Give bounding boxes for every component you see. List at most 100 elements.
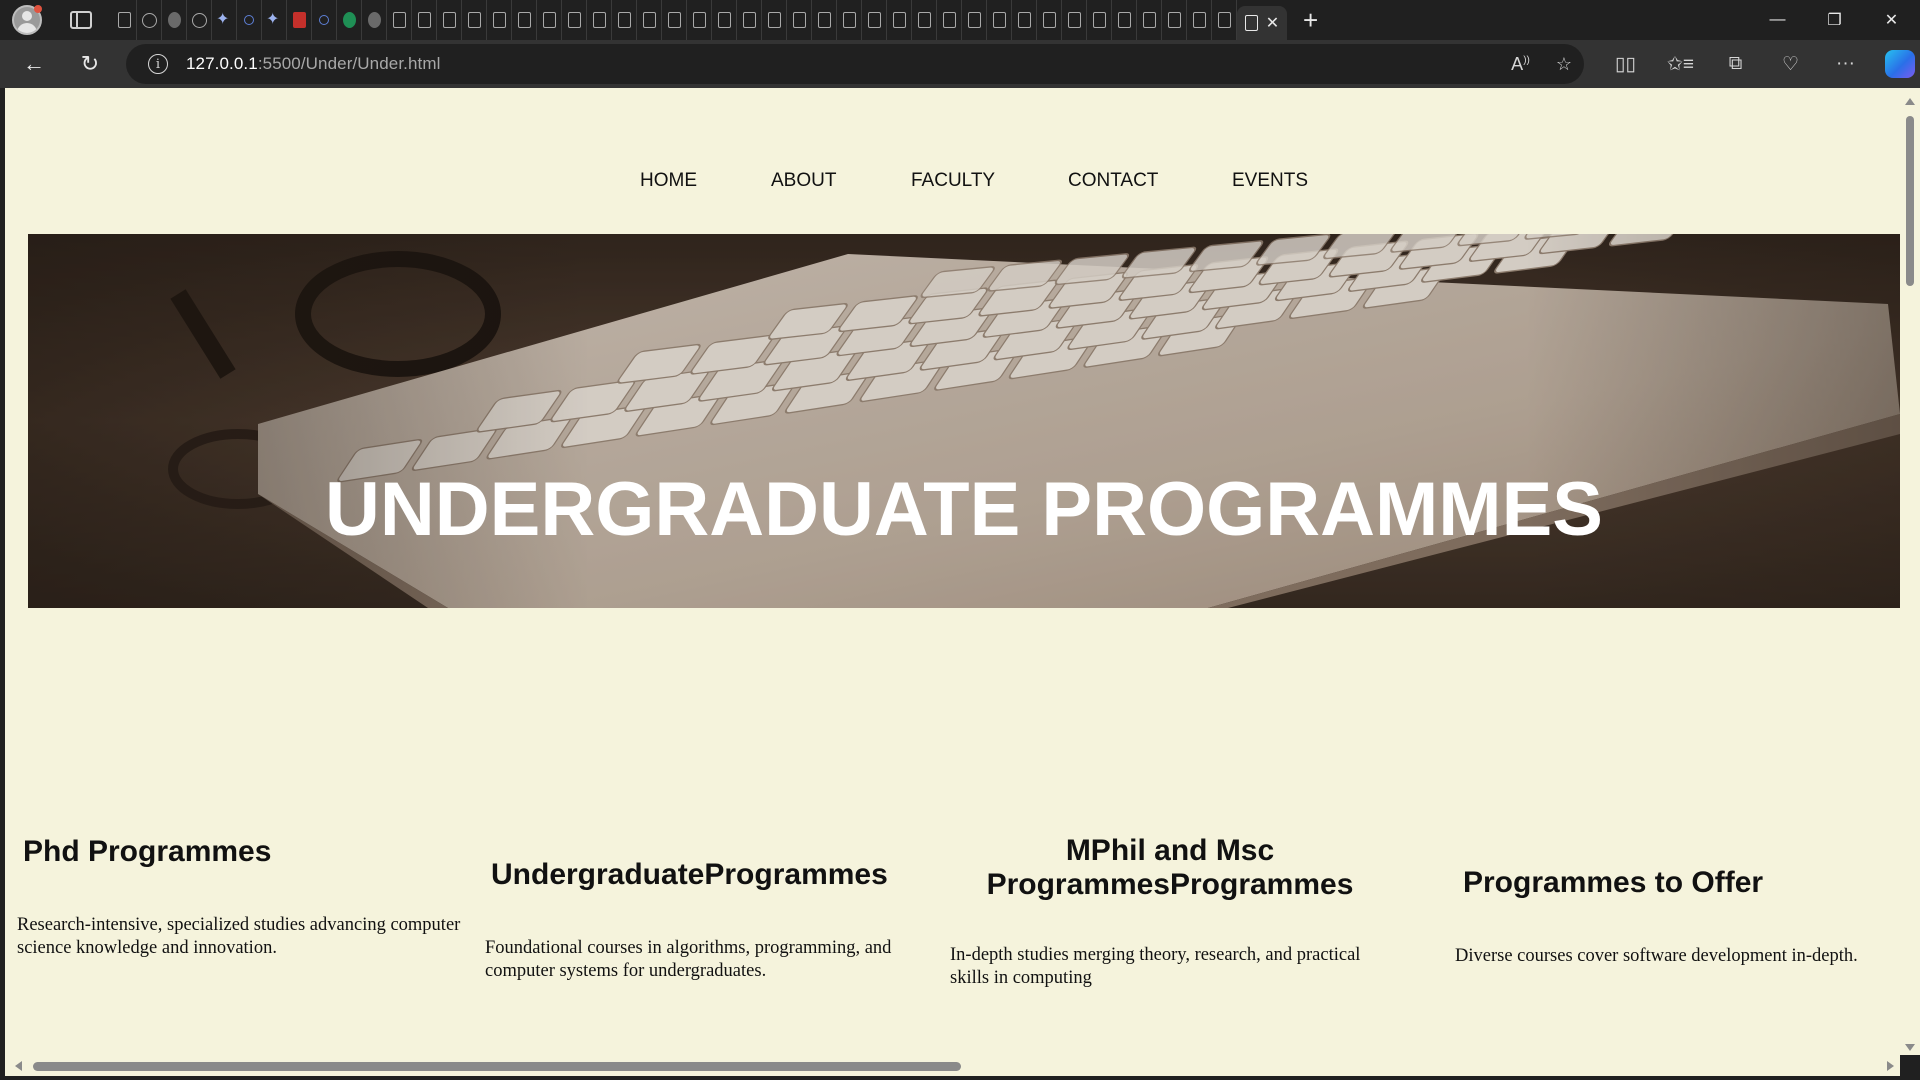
page-icon (517, 12, 531, 28)
window-bottom-edge (0, 1076, 1920, 1080)
browser-tab[interactable] (987, 0, 1012, 40)
browser-tab[interactable] (462, 0, 487, 40)
browser-tab[interactable] (787, 0, 812, 40)
browser-tab[interactable] (837, 0, 862, 40)
new-tab-button[interactable]: + (1303, 5, 1318, 36)
nav-home-link[interactable]: HOME (640, 170, 697, 192)
browser-tab[interactable] (1087, 0, 1112, 40)
nav-about-link[interactable]: ABOUT (771, 170, 836, 192)
browser-tab[interactable]: ✦ (212, 0, 237, 40)
browser-tab[interactable] (537, 0, 562, 40)
page-icon (842, 12, 856, 28)
browser-tab[interactable] (662, 0, 687, 40)
page-icon (917, 12, 931, 28)
collections-icon[interactable]: ⧉ (1708, 53, 1763, 75)
browser-tab[interactable] (1037, 0, 1062, 40)
vertical-scroll-thumb[interactable] (1906, 116, 1914, 286)
favorites-icon[interactable]: ✩≡ (1653, 53, 1708, 76)
close-window-button[interactable]: ✕ (1863, 0, 1920, 40)
browser-tab[interactable] (1062, 0, 1087, 40)
browser-tab[interactable] (1212, 0, 1237, 40)
browser-tab[interactable] (187, 0, 212, 40)
browser-tab[interactable] (1112, 0, 1137, 40)
github-icon (141, 12, 157, 28)
url-text[interactable]: 127.0.0.1:5500/Under/Under.html (186, 54, 441, 74)
browser-tab[interactable] (337, 0, 362, 40)
browser-tab[interactable] (387, 0, 412, 40)
scroll-right-arrow-icon[interactable] (1887, 1061, 1894, 1071)
browser-tab[interactable] (512, 0, 537, 40)
split-screen-icon[interactable]: ▯▯ (1598, 53, 1653, 76)
browser-tab[interactable] (362, 0, 387, 40)
page-icon (992, 12, 1006, 28)
more-menu-icon[interactable]: ··· (1818, 53, 1873, 75)
page-icon (1217, 12, 1231, 28)
browser-tab[interactable] (912, 0, 937, 40)
browser-tab[interactable] (562, 0, 587, 40)
scroll-up-arrow-icon[interactable] (1905, 98, 1915, 105)
browser-tab[interactable] (962, 0, 987, 40)
browser-tab[interactable] (687, 0, 712, 40)
horizontal-scroll-thumb[interactable] (33, 1062, 961, 1071)
browser-tab[interactable]: ✦ (262, 0, 287, 40)
scroll-down-arrow-icon[interactable] (1905, 1044, 1915, 1051)
browser-tab[interactable] (437, 0, 462, 40)
scroll-left-arrow-icon[interactable] (15, 1061, 22, 1071)
page-icon (892, 12, 906, 28)
browser-tab[interactable] (812, 0, 837, 40)
youtube-icon (292, 12, 306, 28)
vertical-scrollbar[interactable] (1900, 88, 1920, 1055)
nav-events-link[interactable]: EVENTS (1232, 170, 1308, 192)
restore-button[interactable]: ❐ (1806, 0, 1863, 40)
browser-tab[interactable] (1012, 0, 1037, 40)
page-icon (592, 12, 606, 28)
page-icon (1092, 12, 1106, 28)
grammarly-icon (342, 12, 356, 28)
browser-tab[interactable] (712, 0, 737, 40)
tab-actions-icon[interactable] (70, 11, 92, 29)
browser-tab[interactable] (612, 0, 637, 40)
tab-close-icon[interactable]: ✕ (1266, 13, 1279, 33)
browser-tab[interactable] (762, 0, 787, 40)
page-icon (642, 12, 656, 28)
card-title: Phd Programmes (23, 835, 272, 868)
browser-tab[interactable] (162, 0, 187, 40)
active-tab[interactable]: ✕ (1237, 6, 1287, 40)
browser-tab[interactable] (587, 0, 612, 40)
address-bar-icons: A)) ☆ (1511, 44, 1572, 84)
browser-tab[interactable] (412, 0, 437, 40)
window-controls: — ❐ ✕ (1749, 0, 1920, 40)
nav-faculty-link[interactable]: FACULTY (911, 170, 995, 192)
site-info-icon[interactable]: i (148, 54, 168, 74)
nav-contact-link[interactable]: CONTACT (1068, 170, 1158, 192)
browser-tab[interactable] (887, 0, 912, 40)
browser-tab[interactable] (637, 0, 662, 40)
card-title: Programmes to Offer (1463, 866, 1764, 899)
browser-tab[interactable] (1162, 0, 1187, 40)
browser-tab[interactable] (487, 0, 512, 40)
refresh-icon[interactable]: ↻ (70, 44, 110, 84)
page-icon (742, 12, 756, 28)
page-icon (442, 12, 456, 28)
browser-tab[interactable] (862, 0, 887, 40)
browser-essentials-icon[interactable]: ♡ (1763, 53, 1818, 76)
browser-tab[interactable] (1187, 0, 1212, 40)
browser-tab[interactable] (1137, 0, 1162, 40)
browser-tab[interactable] (237, 0, 262, 40)
back-arrow-icon[interactable]: ← (14, 44, 54, 84)
browser-tab[interactable] (937, 0, 962, 40)
browser-tab[interactable] (112, 0, 137, 40)
browser-tab[interactable] (312, 0, 337, 40)
page-icon (117, 12, 131, 28)
sparkle-icon: ✦ (216, 11, 230, 28)
favorite-star-icon[interactable]: ☆ (1556, 54, 1572, 75)
browser-tab[interactable] (287, 0, 312, 40)
copilot-icon[interactable] (1885, 50, 1915, 78)
horizontal-scrollbar[interactable] (5, 1055, 1900, 1076)
page-icon (817, 12, 831, 28)
browser-tab[interactable] (737, 0, 762, 40)
read-aloud-icon[interactable]: A)) (1511, 54, 1530, 75)
address-bar[interactable]: i 127.0.0.1:5500/Under/Under.html A)) ☆ (126, 44, 1584, 84)
browser-tab[interactable] (137, 0, 162, 40)
minimize-button[interactable]: — (1749, 0, 1806, 40)
